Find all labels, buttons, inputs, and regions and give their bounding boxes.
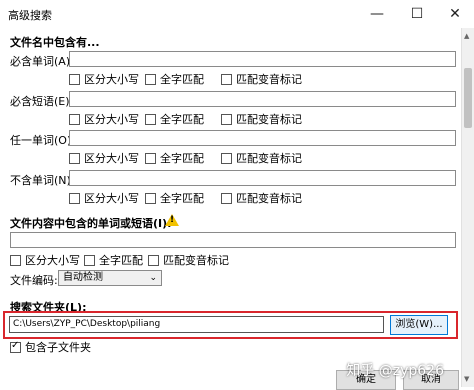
- close-button[interactable]: ✕: [440, 4, 470, 24]
- exclude-case-checkbox[interactable]: 区分大小写: [69, 190, 139, 206]
- title-bar: 高级搜索 — ☐ ✕: [0, 0, 474, 28]
- any-word-input[interactable]: [69, 130, 456, 146]
- any-case-checkbox[interactable]: 区分大小写: [69, 150, 139, 166]
- any-word-label: 任一单词(O):: [10, 134, 75, 147]
- chevron-down-icon: ⌄: [149, 273, 157, 283]
- phrase-whole-checkbox[interactable]: 全字匹配: [145, 111, 204, 127]
- word-case-checkbox[interactable]: 区分大小写: [69, 71, 139, 87]
- exclude-whole-checkbox[interactable]: 全字匹配: [145, 190, 204, 206]
- filename-section-heading: 文件名中包含有...: [10, 36, 100, 49]
- folder-path-input[interactable]: C:\Users\ZYP_PC\Desktop\piliang: [9, 316, 384, 333]
- scroll-thumb[interactable]: [464, 68, 472, 128]
- maximize-button[interactable]: ☐: [402, 4, 432, 24]
- exclude-word-input[interactable]: [69, 170, 456, 186]
- encoding-select[interactable]: 自动检测 ⌄: [58, 270, 162, 286]
- any-whole-checkbox[interactable]: 全字匹配: [145, 150, 204, 166]
- content-phrase-input[interactable]: [10, 232, 456, 248]
- watermark: 知乎 @zyp626: [346, 363, 444, 379]
- warning-icon: !: [165, 214, 179, 226]
- scroll-down-icon[interactable]: ▼: [464, 375, 469, 383]
- content-case-checkbox[interactable]: 区分大小写: [10, 252, 80, 268]
- encoding-label: 文件编码:: [10, 274, 58, 287]
- any-diacritics-checkbox[interactable]: 匹配变音标记: [221, 150, 302, 166]
- must-contain-word-input[interactable]: [69, 51, 456, 67]
- must-contain-word-label: 必含单词(A):: [10, 55, 74, 68]
- content-section-heading: 文件内容中包含的单词或短语(I):: [10, 217, 172, 230]
- phrase-diacritics-checkbox[interactable]: 匹配变音标记: [221, 111, 302, 127]
- browse-button[interactable]: 浏览(W)...: [390, 315, 448, 335]
- scroll-up-icon[interactable]: ▲: [464, 32, 469, 40]
- exclude-diacritics-checkbox[interactable]: 匹配变音标记: [221, 190, 302, 206]
- advanced-search-window: 高级搜索 — ☐ ✕ 文件名中包含有... 必含单词(A): 区分大小写 全字匹…: [0, 0, 474, 390]
- window-title: 高级搜索: [8, 9, 52, 22]
- word-diacritics-checkbox[interactable]: 匹配变音标记: [221, 71, 302, 87]
- must-contain-phrase-label: 必含短语(E):: [10, 95, 74, 108]
- minimize-button[interactable]: —: [362, 4, 392, 24]
- phrase-case-checkbox[interactable]: 区分大小写: [69, 111, 139, 127]
- exclude-word-label: 不含单词(N):: [10, 174, 75, 187]
- content-whole-checkbox[interactable]: 全字匹配: [84, 252, 143, 268]
- content-diacritics-checkbox[interactable]: 匹配变音标记: [148, 252, 229, 268]
- include-subfolders-checkbox[interactable]: 包含子文件夹: [10, 339, 91, 355]
- must-contain-phrase-input[interactable]: [69, 91, 456, 107]
- word-whole-checkbox[interactable]: 全字匹配: [145, 71, 204, 87]
- check-icon: [10, 340, 21, 353]
- vertical-scrollbar[interactable]: ▲ ▼: [461, 28, 474, 387]
